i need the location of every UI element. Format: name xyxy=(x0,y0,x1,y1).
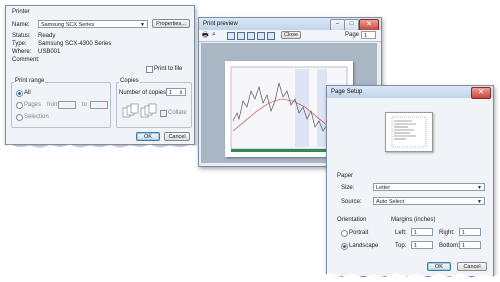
four-pages-icon[interactable] xyxy=(257,32,265,40)
page-thumbnail xyxy=(385,112,433,152)
landscape-radio[interactable] xyxy=(341,243,348,250)
selection-label: Selection xyxy=(24,114,49,120)
num-copies-value: 1 xyxy=(169,90,173,96)
left-margin-label: Left: xyxy=(395,230,407,236)
printer-name-select[interactable]: Samsung SCX Series ▼ xyxy=(38,20,148,28)
status-label: Status: xyxy=(12,33,31,39)
three-pages-icon[interactable] xyxy=(247,32,255,40)
num-copies-field[interactable]: 1 ⇕ xyxy=(166,88,186,96)
preview-close-button[interactable]: Close xyxy=(281,31,301,39)
top-margin-value: 1 xyxy=(414,243,418,249)
collate-pages-icon xyxy=(122,103,157,118)
printer-name-value: Samsung SCX Series xyxy=(41,22,95,28)
all-label: All xyxy=(24,90,31,96)
portrait-label: Portrait xyxy=(349,230,369,236)
print-preview-titlebar: Print preview – □ ✕ xyxy=(199,18,381,31)
bottom-margin-value: 1 xyxy=(462,243,466,249)
printer-group-title: Printer xyxy=(12,9,30,15)
where-label: Where: xyxy=(12,49,32,55)
top-margin-field[interactable]: 1 xyxy=(411,241,433,249)
paper-size-select[interactable]: Letter ▼ xyxy=(373,183,485,191)
bottom-margin-label: Bottom: xyxy=(439,243,460,249)
name-label: Name: xyxy=(12,22,30,28)
page-setup-ok-button[interactable]: OK xyxy=(427,262,451,271)
print-range-title: Print range xyxy=(14,78,46,84)
paper-size-value: Letter xyxy=(376,185,391,191)
page-label: Page xyxy=(345,32,360,38)
preview-toolbar: 🖶 ⌕ Close Page 1 xyxy=(199,30,381,42)
type-label: Type: xyxy=(12,41,27,47)
print-icon[interactable]: 🖶 xyxy=(202,31,209,42)
chevron-down-icon: ▼ xyxy=(140,22,145,28)
page-number-value: 1 xyxy=(364,33,368,39)
right-margin-value: 1 xyxy=(462,230,466,236)
num-copies-label: Number of copies: xyxy=(119,90,168,96)
comment-label: Comment: xyxy=(12,57,40,63)
print-to-file-label: Print to file xyxy=(154,66,183,72)
printer-cancel-button[interactable]: Cancel xyxy=(164,132,190,141)
status-value: Ready xyxy=(38,33,56,39)
from-page-field[interactable] xyxy=(58,101,76,109)
one-page-icon[interactable] xyxy=(227,32,235,40)
orientation-group-title: Orientation xyxy=(337,217,367,223)
paper-source-select[interactable]: Auto Select ▼ xyxy=(373,197,485,205)
landscape-label: Landscape xyxy=(349,243,379,249)
collate-label: Collate xyxy=(168,110,187,116)
to-label: to xyxy=(82,102,88,108)
chevron-down-icon: ▼ xyxy=(477,199,482,205)
left-margin-value: 1 xyxy=(414,230,418,236)
type-value: Samsung SCX-4300 Series xyxy=(38,41,112,47)
page-layout-preview-icon xyxy=(391,116,427,148)
page-setup-cancel-button[interactable]: Cancel xyxy=(457,262,487,271)
left-margin-field[interactable]: 1 xyxy=(411,228,433,236)
collate-checkbox[interactable] xyxy=(160,110,167,117)
pages-radio[interactable] xyxy=(16,102,23,109)
page-setup-dialog: Page Setup ✕ Paper Size: Letter ▼ Source… xyxy=(326,85,494,277)
paper-group-title: Paper xyxy=(337,173,354,179)
to-page-field[interactable] xyxy=(90,101,108,109)
right-margin-label: Right: xyxy=(439,230,455,236)
page-setup-title: Page Setup xyxy=(331,89,363,95)
bottom-margin-field[interactable]: 1 xyxy=(459,241,481,249)
where-value: USB001 xyxy=(38,49,61,55)
spinner-icon: ⇕ xyxy=(178,90,183,96)
six-pages-icon[interactable] xyxy=(267,32,275,40)
two-pages-icon[interactable] xyxy=(237,32,245,40)
chevron-down-icon: ▼ xyxy=(477,185,482,191)
printer-ok-button[interactable]: OK xyxy=(136,132,160,141)
properties-button[interactable]: Properties... xyxy=(152,19,190,28)
selection-radio[interactable] xyxy=(16,114,23,121)
pages-label: Pages xyxy=(24,102,42,108)
page-setup-close-button[interactable]: ✕ xyxy=(471,87,491,99)
print-preview-title: Print preview xyxy=(203,21,238,27)
page-setup-titlebar: Page Setup ✕ xyxy=(327,86,493,99)
size-label: Size: xyxy=(341,185,355,191)
portrait-radio[interactable] xyxy=(341,230,348,237)
printer-dialog: Printer Name: Samsung SCX Series ▼ Prope… xyxy=(5,5,195,145)
top-margin-label: Top: xyxy=(395,243,407,249)
page-number-field[interactable]: 1 xyxy=(361,31,376,39)
print-to-file-checkbox[interactable] xyxy=(146,66,153,73)
right-margin-field[interactable]: 1 xyxy=(459,228,481,236)
margins-group-title: Margins (inches) xyxy=(391,217,436,223)
paper-source-value: Auto Select xyxy=(376,199,405,205)
collate-icon xyxy=(122,102,158,120)
copies-title: Copies xyxy=(119,78,140,84)
source-label: Source: xyxy=(341,199,362,205)
all-radio[interactable] xyxy=(16,90,23,97)
torn-edge xyxy=(0,144,200,151)
zoom-icon[interactable]: ⌕ xyxy=(212,31,216,39)
